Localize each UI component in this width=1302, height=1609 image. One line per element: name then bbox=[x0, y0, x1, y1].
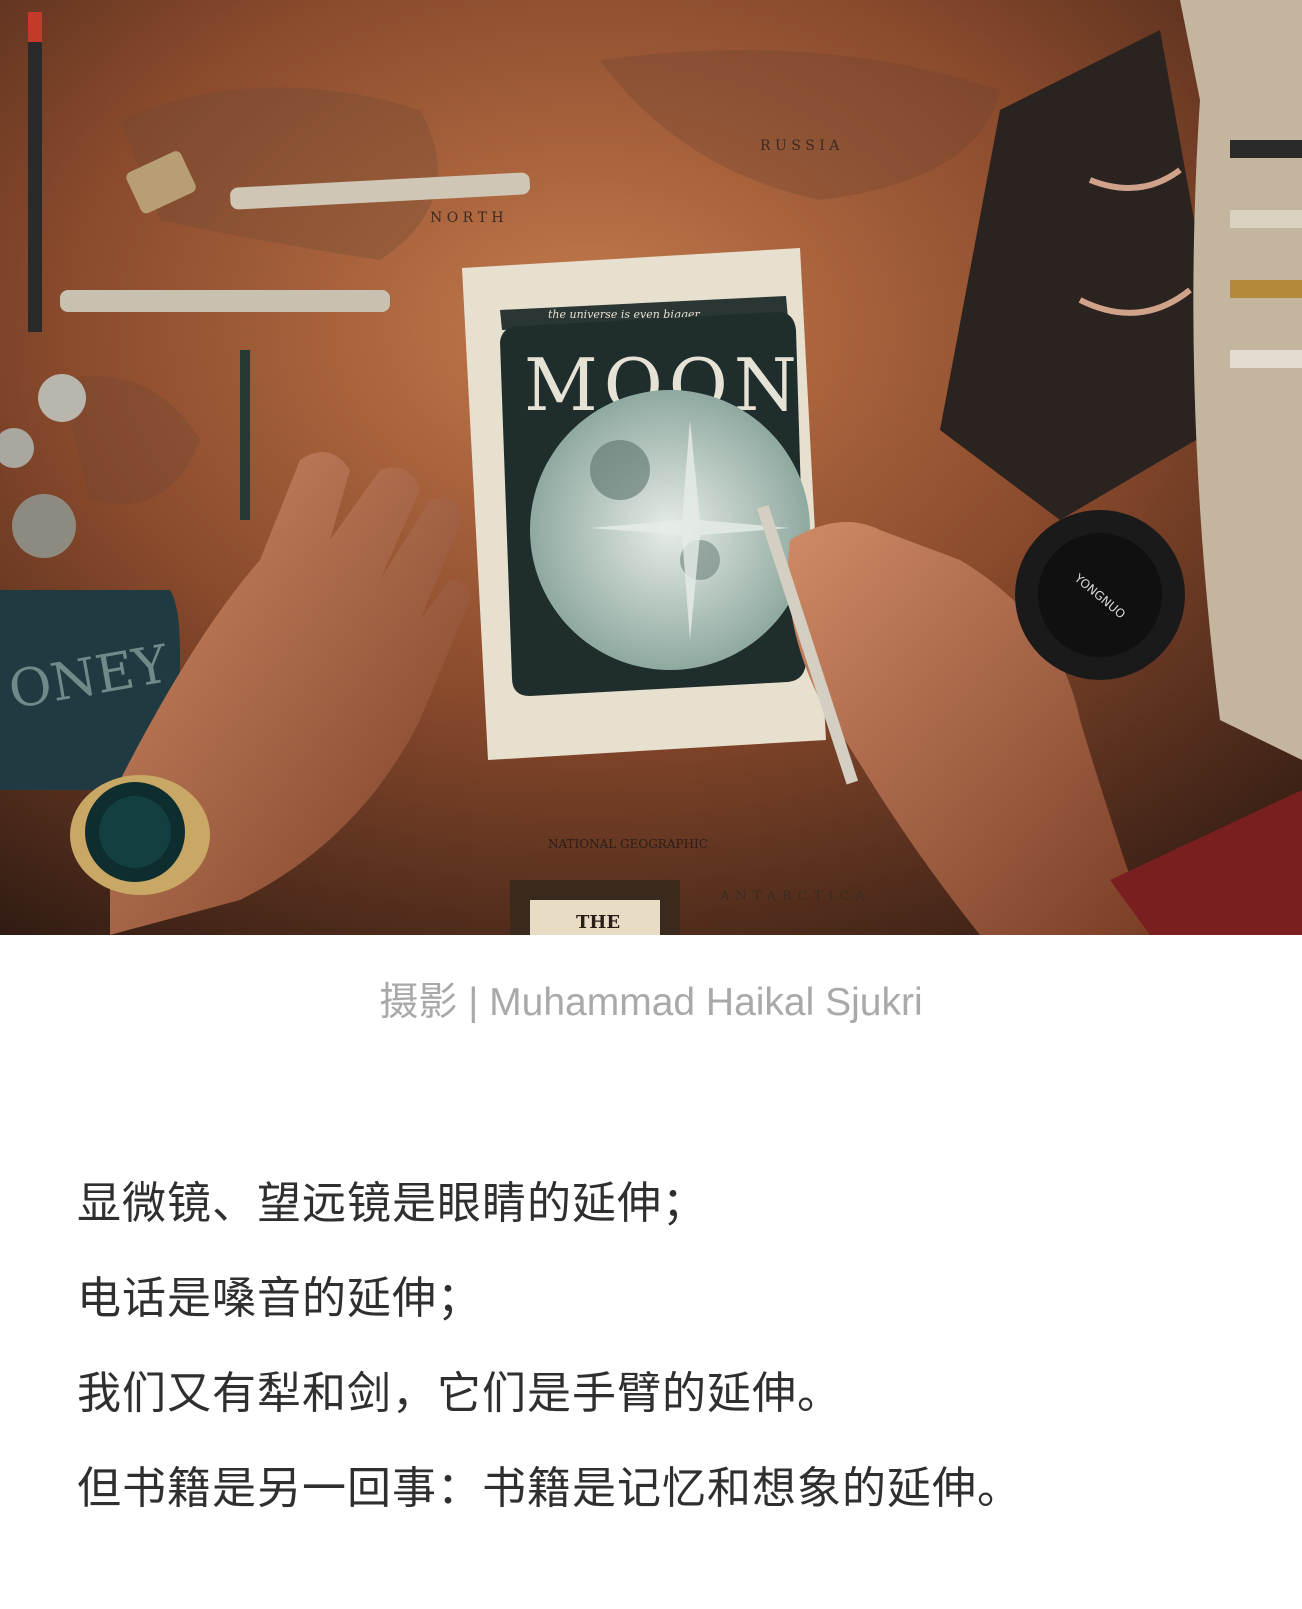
wristwatch-icon bbox=[70, 775, 210, 895]
article-body: 显微镜、望远镜是眼睛的延伸； 电话是嗓音的延伸； 我们又有犁和剑，它们是手臂的延… bbox=[77, 1156, 1267, 1536]
paragraph-line: 我们又有犁和剑，它们是手臂的延伸。 bbox=[77, 1368, 842, 1419]
pencil-icon bbox=[28, 12, 42, 332]
pen-icon-2 bbox=[60, 290, 390, 312]
coin-icon bbox=[38, 374, 86, 422]
paragraph-line: 显微镜、望远镜是眼睛的延伸； bbox=[77, 1178, 707, 1229]
paragraph-line: 电话是嗓音的延伸； bbox=[77, 1273, 482, 1324]
article-photo: N O R T H R U S S I A ANTARCTICA NATIONA… bbox=[0, 0, 1302, 935]
moon-notebook: the universe is even bigger MOON bbox=[462, 248, 826, 760]
map-label-russia: R U S S I A bbox=[760, 138, 840, 154]
frame-text: THE bbox=[576, 912, 620, 933]
photo-illustration: N O R T H R U S S I A ANTARCTICA NATIONA… bbox=[0, 0, 1302, 935]
map-label-antarctica: ANTARCTICA bbox=[719, 889, 871, 904]
map-logo: NATIONAL GEOGRAPHIC bbox=[548, 837, 708, 851]
photo-credit-caption: 摄影 | Muhammad Haikal Sjukri bbox=[379, 981, 923, 1024]
lens-cap-icon: YONGNUO bbox=[1015, 510, 1185, 680]
map-label-north: N O R T H bbox=[430, 210, 504, 226]
paragraph-line: 但书籍是另一回事：书籍是记忆和想象的延伸。 bbox=[77, 1463, 1022, 1514]
